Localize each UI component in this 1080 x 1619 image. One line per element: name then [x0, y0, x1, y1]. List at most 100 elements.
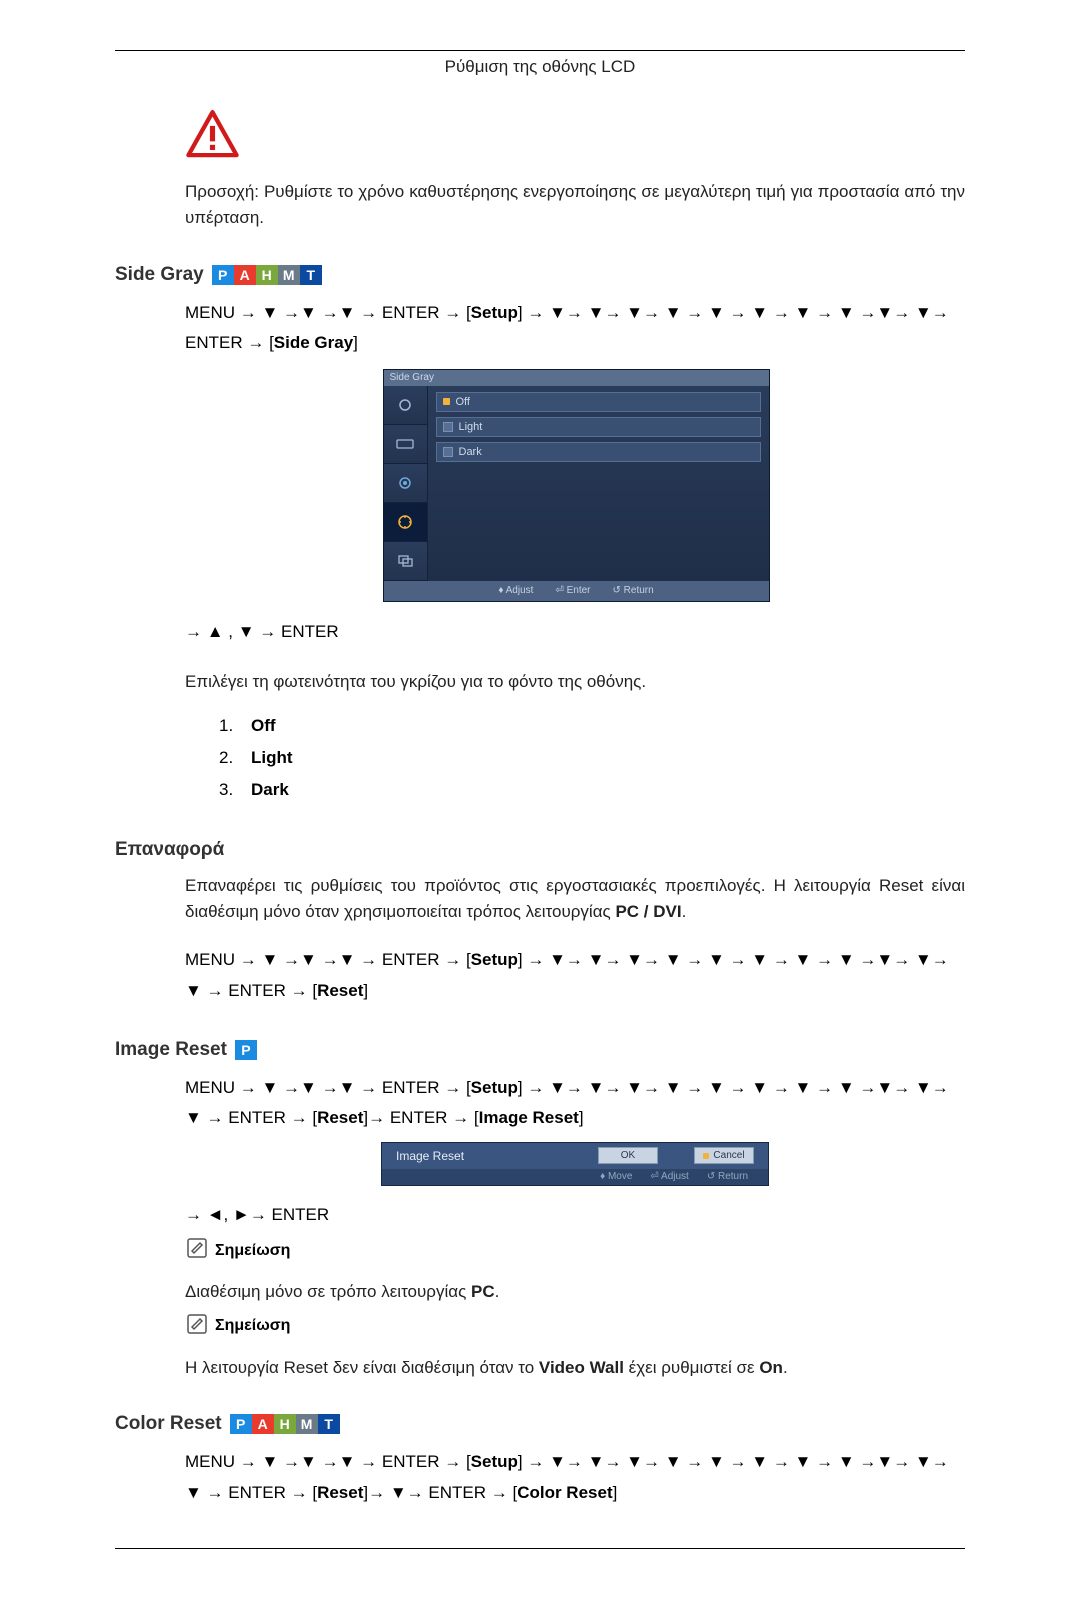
option-light: Light	[251, 742, 293, 774]
text-fragment: Η λειτουργία Reset δεν είναι διαθέσιμη ό…	[185, 1358, 539, 1377]
badge-p: P	[235, 1040, 257, 1060]
osd-footer-item: ↺ Return	[707, 1171, 748, 1182]
reset-nav: MENU → ▼ →▼ →▼ → ENTER → [Setup] → ▼→ ▼→…	[185, 945, 965, 1006]
section-heading-reset: Επαναφορά	[115, 839, 965, 861]
list-item: 2.Light	[219, 742, 965, 774]
text-fragment: έχει ρυθμιστεί σε	[624, 1358, 759, 1377]
reset-content: Επαναφέρει τις ρυθμίσεις του προϊόντος σ…	[185, 873, 965, 1007]
note-label: Σημείωση	[215, 1317, 290, 1335]
note2-text: Η λειτουργία Reset δεν είναι διαθέσιμη ό…	[185, 1355, 965, 1381]
footer-rule	[115, 1548, 965, 1549]
text-fragment: Επαναφέρει τις ρυθμίσεις του προϊόντος σ…	[185, 876, 965, 921]
btn-label: Cancel	[713, 1150, 744, 1161]
osd-footer-item: ♦ Adjust	[498, 585, 533, 596]
note1-text: Διαθέσιμη μόνο σε τρόπο λειτουργίας PC.	[185, 1279, 965, 1305]
reset-heading-text: Επαναφορά	[115, 839, 224, 861]
note-label: Σημείωση	[215, 1242, 290, 1260]
color-reset-nav: MENU → ▼ →▼ →▼ → ENTER → [Setup] → ▼→ ▼→…	[185, 1447, 965, 1508]
nav-setup: Setup	[471, 1452, 518, 1471]
osd-image-reset: Image Reset OK Cancel ♦ Move ⏎ Adjust ↺ …	[381, 1142, 769, 1186]
nav-text: MENU → ▼ →▼ →▼ → ENTER →	[185, 950, 466, 969]
text-fragment: Διαθέσιμη μόνο σε τρόπο λειτουργίας	[185, 1282, 471, 1301]
nav-reset: Reset	[317, 1108, 363, 1127]
osd-row-off: Off	[436, 392, 761, 412]
color-reset-heading-text: Color Reset	[115, 1413, 222, 1435]
nav-image-reset: Image Reset	[479, 1108, 579, 1127]
osd-row-label: Light	[459, 421, 483, 433]
osd2-footer: ♦ Move ⏎ Adjust ↺ Return	[382, 1169, 768, 1185]
text-fragment: .	[495, 1282, 500, 1301]
osd-footer: ♦ Adjust ⏎ Enter ↺ Return	[384, 581, 769, 601]
nav-setup: Setup	[471, 303, 518, 322]
nav-setup: Setup	[471, 950, 518, 969]
nav-text: MENU → ▼ →▼ →▼ → ENTER →	[185, 1078, 466, 1097]
badge-t: T	[300, 265, 322, 285]
warning-block: Προσοχή: Ρυθμίστε το χρόνο καθυστέρησης …	[185, 107, 965, 232]
nav-setup: Setup	[471, 1078, 518, 1097]
text-fragment: .	[682, 902, 687, 921]
osd-tab-icon	[384, 542, 428, 581]
warning-icon	[185, 107, 965, 167]
text-bold: Video Wall	[539, 1358, 624, 1377]
section-heading-side-gray: Side Gray P A H M T	[115, 264, 965, 286]
osd-title: Side Gray	[384, 370, 769, 386]
reset-desc: Επαναφέρει τις ρυθμίσεις του προϊόντος σ…	[185, 873, 965, 926]
osd-tab-icon	[384, 386, 428, 425]
section-heading-image-reset: Image Reset P	[115, 1039, 965, 1061]
list-item: 1.Off	[219, 710, 965, 742]
nav-text: MENU → ▼ →▼ →▼ → ENTER →	[185, 303, 466, 322]
text-bold: On	[759, 1358, 783, 1377]
nav-text: → ▼→ ENTER →	[368, 1483, 512, 1502]
badge-h: H	[274, 1414, 296, 1434]
osd-cancel-button: Cancel	[694, 1147, 754, 1164]
nav-text: MENU → ▼ →▼ →▼ → ENTER →	[185, 1452, 466, 1471]
image-reset-content: MENU → ▼ →▼ →▼ → ENTER → [Setup] → ▼→ ▼→…	[185, 1073, 965, 1381]
note-row-2: Σημείωση	[185, 1312, 965, 1341]
badge-a: A	[252, 1414, 274, 1434]
list-item: 3.Dark	[219, 774, 965, 806]
badge-strip-side-gray: P A H M T	[212, 265, 322, 285]
osd-ok-button: OK	[598, 1147, 658, 1164]
osd-row-light: Light	[436, 417, 761, 437]
note-icon	[185, 1312, 209, 1341]
osd-side-gray: Side Gray	[383, 369, 768, 602]
side-gray-nav1: MENU → ▼ →▼ →▼ → ENTER → [Setup] → ▼→ ▼→…	[185, 298, 965, 359]
note-icon	[185, 1236, 209, 1265]
osd-row-dark: Dark	[436, 442, 761, 462]
text-fragment: .	[783, 1358, 788, 1377]
badge-m: M	[296, 1414, 318, 1434]
badge-p: P	[212, 265, 234, 285]
note-row-1: Σημείωση	[185, 1236, 965, 1265]
osd-footer-item: ↺ Return	[613, 585, 654, 596]
badge-strip-color-reset: P A H M T	[230, 1414, 340, 1434]
section-heading-color-reset: Color Reset P A H M T	[115, 1413, 965, 1435]
osd-tab-icon	[384, 425, 428, 464]
badge-h: H	[256, 265, 278, 285]
header-rule-top	[115, 50, 965, 51]
osd-options: Off Light Dark	[428, 386, 769, 581]
nav-reset: Reset	[317, 981, 363, 1000]
osd-footer-item: ⏎ Adjust	[650, 1171, 688, 1182]
osd-footer-item: ♦ Move	[600, 1171, 632, 1182]
side-gray-nav2: → ▲ , ▼ → ENTER	[185, 617, 965, 648]
osd-tab-icon	[384, 464, 428, 503]
badge-strip-image-reset: P	[235, 1040, 257, 1060]
image-reset-nav1: MENU → ▼ →▼ →▼ → ENTER → [Setup] → ▼→ ▼→…	[185, 1073, 965, 1134]
image-reset-heading-text: Image Reset	[115, 1039, 227, 1061]
nav-sidegray: Side Gray	[274, 333, 353, 352]
side-gray-heading-text: Side Gray	[115, 264, 204, 286]
page: Ρύθμιση της οθόνης LCD Προσοχή: Ρυθμίστε…	[0, 0, 1080, 1619]
warning-text: Προσοχή: Ρυθμίστε το χρόνο καθυστέρησης …	[185, 179, 965, 232]
side-gray-content: MENU → ▼ →▼ →▼ → ENTER → [Setup] → ▼→ ▼→…	[185, 298, 965, 807]
badge-t: T	[318, 1414, 340, 1434]
badge-p: P	[230, 1414, 252, 1434]
osd-footer-item: ⏎ Enter	[555, 585, 590, 596]
text-bold: PC / DVI	[615, 902, 681, 921]
text-bold: PC	[471, 1282, 495, 1301]
btn-label: OK	[621, 1150, 635, 1161]
osd-row-label: Dark	[459, 446, 482, 458]
nav-reset: Reset	[317, 1483, 363, 1502]
osd2-title: Image Reset	[396, 1149, 464, 1163]
osd-tab-icon-active	[384, 503, 428, 542]
nav-text: → ENTER →	[368, 1108, 474, 1127]
